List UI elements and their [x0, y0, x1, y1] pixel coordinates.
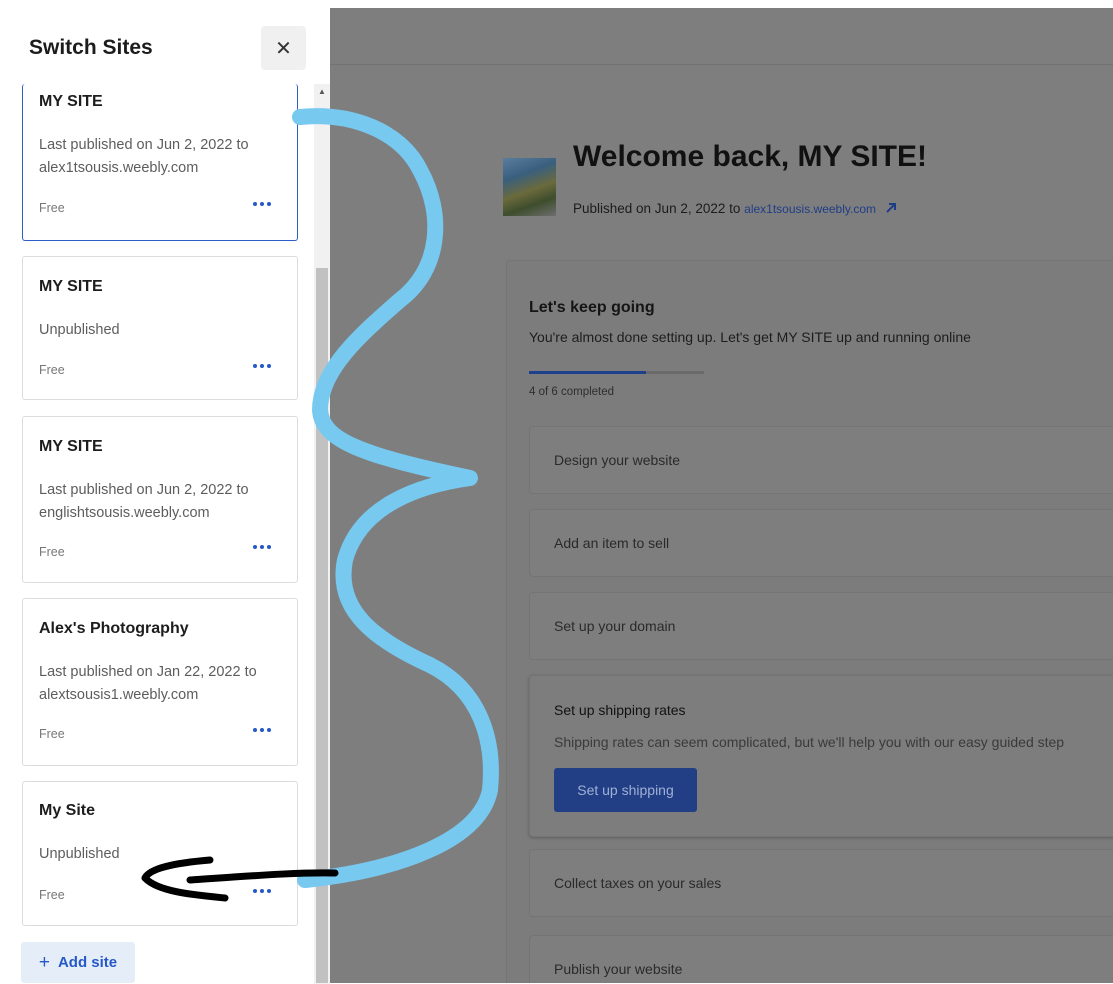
site-plan: Free [39, 201, 65, 215]
step-publish-website[interactable]: Publish your website [529, 935, 1113, 983]
add-site-button[interactable]: + Add site [21, 942, 135, 983]
scroll-up-arrow-icon[interactable]: ▲ [315, 86, 329, 98]
site-thumbnail [503, 158, 556, 216]
add-site-label: Add site [57, 954, 118, 971]
site-card[interactable]: MY SITE Last published on Jun 2, 2022 to… [22, 84, 298, 241]
more-options-icon[interactable] [252, 723, 274, 737]
site-plan: Free [39, 545, 65, 559]
step-label: Collect taxes on your sales [554, 875, 722, 891]
step-add-item[interactable]: Add an item to sell [529, 509, 1113, 577]
site-status: Unpublished [39, 322, 120, 338]
step-label: Set up shipping rates [554, 702, 686, 718]
site-plan: Free [39, 363, 65, 377]
close-button[interactable]: ✕ [261, 26, 306, 70]
published-line: Published on Jun 2, 2022 to alex1tsousis… [573, 201, 898, 216]
progress-bar-fill [529, 371, 646, 374]
published-url-link[interactable]: alex1tsousis.weebly.com [744, 202, 876, 216]
site-name: My Site [39, 802, 96, 819]
site-plan: Free [39, 888, 65, 902]
more-options-icon[interactable] [252, 884, 274, 898]
step-domain[interactable]: Set up your domain [529, 592, 1113, 660]
progress-bar [529, 371, 704, 374]
welcome-title: Welcome back, MY SITE! [573, 140, 928, 173]
setup-subtitle: You're almost done setting up. Let's get… [529, 329, 971, 345]
step-collect-taxes[interactable]: Collect taxes on your sales [529, 849, 1113, 917]
site-card[interactable]: MY SITE Last published on Jun 2, 2022 to… [22, 416, 298, 583]
step-design-website[interactable]: Design your website [529, 426, 1113, 494]
site-card[interactable]: Alex's Photography Last published on Jan… [22, 598, 298, 766]
more-options-icon[interactable] [252, 359, 274, 373]
site-name: MY SITE [39, 278, 103, 295]
site-card[interactable]: My Site Unpublished Free [22, 781, 298, 926]
panel-title: Switch Sites [29, 36, 153, 59]
published-prefix: Published on Jun 2, 2022 to [573, 201, 741, 216]
site-status: Last published on Jan 22, 2022 to alexts… [39, 664, 257, 703]
site-name: Alex's Photography [39, 620, 189, 637]
site-card[interactable]: MY SITE Unpublished Free [22, 256, 298, 400]
site-name: MY SITE [39, 438, 103, 455]
switch-sites-panel: Switch Sites ✕ ▲ MY SITE Last published … [0, 0, 330, 984]
set-up-shipping-button[interactable]: Set up shipping [554, 768, 697, 812]
site-status: Unpublished [39, 846, 120, 862]
scrollbar-thumb[interactable] [316, 268, 328, 983]
setup-checklist-card: Let's keep going You're almost done sett… [506, 260, 1113, 983]
step-shipping-rates[interactable]: Set up shipping rates Shipping rates can… [529, 675, 1113, 837]
site-name: MY SITE [39, 93, 103, 110]
step-label: Add an item to sell [554, 535, 670, 551]
close-icon: ✕ [275, 37, 292, 60]
more-options-icon[interactable] [252, 540, 274, 554]
step-label: Design your website [554, 452, 681, 468]
site-status: Last published on Jun 2, 2022 to english… [39, 482, 249, 521]
site-status: Last published on Jun 2, 2022 to alex1ts… [39, 137, 249, 176]
external-link-arrow-icon[interactable] [884, 201, 898, 215]
step-label: Set up your domain [554, 618, 676, 634]
plus-icon: + [38, 951, 50, 973]
setup-title: Let's keep going [529, 299, 655, 316]
top-bar [330, 8, 1113, 65]
step-label: Publish your website [554, 961, 683, 977]
main-content-dimmed: Welcome back, MY SITE! Published on Jun … [330, 8, 1113, 983]
progress-text: 4 of 6 completed [529, 386, 615, 398]
site-plan: Free [39, 727, 65, 741]
step-description: Shipping rates can seem complicated, but… [554, 734, 1065, 750]
more-options-icon[interactable] [252, 197, 274, 211]
